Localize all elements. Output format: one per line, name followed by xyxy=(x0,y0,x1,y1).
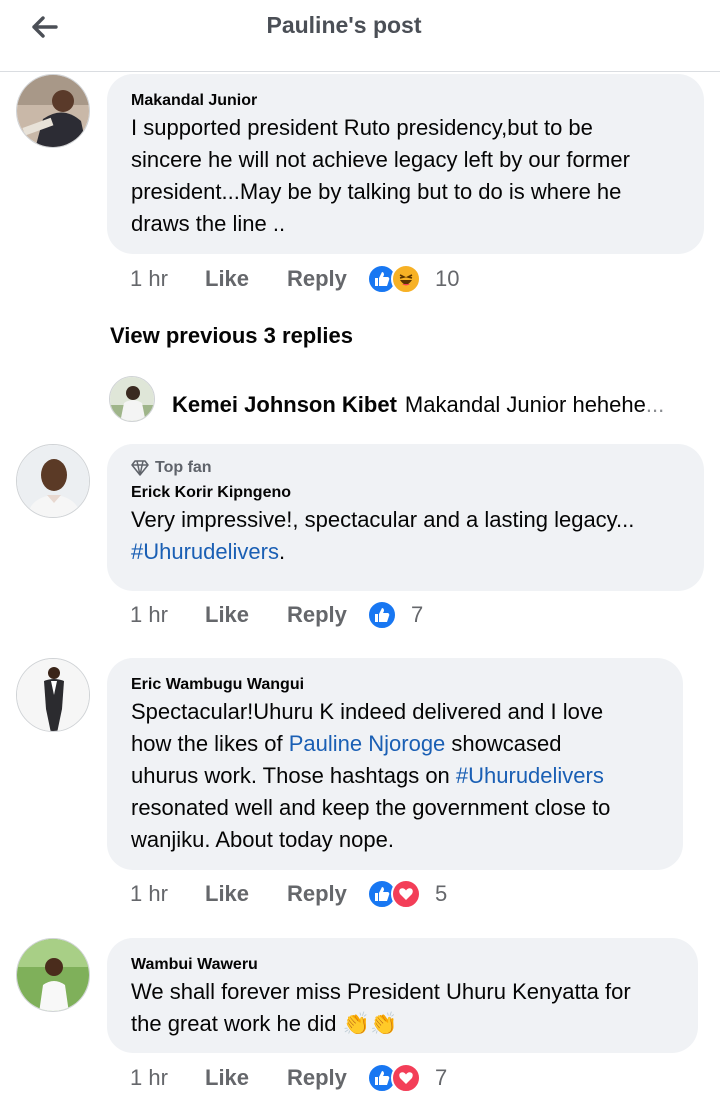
diamond-icon xyxy=(131,460,149,476)
love-reaction-icon xyxy=(391,879,421,909)
reaction-count: 5 xyxy=(435,881,448,906)
clapping-hands-emoji: 👏👏 xyxy=(342,1011,398,1036)
avatar[interactable] xyxy=(16,658,90,732)
like-button[interactable]: Like xyxy=(205,266,287,292)
reaction-count: 7 xyxy=(435,1065,448,1090)
reply-button[interactable]: Reply xyxy=(287,1065,367,1091)
comment-bubble: Wambui Waweru We shall forever miss Pres… xyxy=(107,938,698,1053)
reactions-summary[interactable] xyxy=(367,879,421,909)
comment-actions: 1 hr Like Reply 5 xyxy=(130,879,447,909)
avatar[interactable] xyxy=(16,444,90,518)
like-reaction-icon xyxy=(367,600,397,630)
comment-author[interactable]: Eric Wambugu Wangui xyxy=(131,674,661,696)
comment-text: Very impressive!, spectacular and a last… xyxy=(131,507,635,564)
comment-time: 1 hr xyxy=(130,602,168,627)
love-reaction-icon xyxy=(391,1063,421,1093)
comment-bubble: Makandal Junior I supported president Ru… xyxy=(107,74,704,254)
avatar[interactable] xyxy=(16,74,90,148)
mention-link[interactable]: Pauline Njoroge xyxy=(289,731,446,756)
comment-actions: 1 hr Like Reply 7 xyxy=(130,1063,447,1093)
reaction-count: 7 xyxy=(411,602,424,627)
top-fan-badge: Top fan xyxy=(131,458,682,478)
comment-actions: 1 hr Like Reply 7 xyxy=(130,600,423,630)
comment-time: 1 hr xyxy=(130,1065,168,1090)
comment-text: Spectacular!Uhuru K indeed delivered and… xyxy=(131,699,611,852)
page-title: Pauline's post xyxy=(266,12,422,38)
comment-author[interactable]: Makandal Junior xyxy=(131,90,682,112)
hashtag-link[interactable]: #Uhurudelivers xyxy=(131,539,279,564)
reply-button[interactable]: Reply xyxy=(287,266,367,292)
view-previous-replies-link[interactable]: View previous 3 replies xyxy=(110,323,353,349)
top-bar: Pauline's post xyxy=(0,0,720,72)
reply-button[interactable]: Reply xyxy=(287,602,367,628)
reply-button[interactable]: Reply xyxy=(287,881,367,907)
like-button[interactable]: Like xyxy=(205,602,287,628)
comment-time: 1 hr xyxy=(130,266,168,291)
hashtag-link[interactable]: #Uhurudelivers xyxy=(456,763,604,788)
avatar[interactable] xyxy=(109,376,155,422)
like-button[interactable]: Like xyxy=(205,1065,287,1091)
reply-author[interactable]: Kemei Johnson Kibet xyxy=(172,392,397,417)
comment-text: We shall forever miss President Uhuru Ke… xyxy=(131,979,631,1036)
avatar[interactable] xyxy=(16,938,90,1012)
comment-author[interactable]: Erick Korir Kipngeno xyxy=(131,482,682,504)
comment-text: I supported president Ruto presidency,bu… xyxy=(131,115,630,236)
reactions-summary[interactable] xyxy=(367,1063,421,1093)
like-button[interactable]: Like xyxy=(205,881,287,907)
comment-actions: 1 hr Like Reply 10 xyxy=(130,264,459,294)
collapsed-reply[interactable]: Kemei Johnson Kibet Makandal Junior heheh… xyxy=(172,392,664,418)
reactions-summary[interactable] xyxy=(367,600,397,630)
comment-bubble: Top fan Erick Korir Kipngeno Very impres… xyxy=(107,444,704,591)
reply-preview: Makandal Junior hehehe xyxy=(404,392,646,417)
reply-ellipsis: ... xyxy=(645,392,665,417)
reactions-summary[interactable] xyxy=(367,264,421,294)
comment-bubble: Eric Wambugu Wangui Spectacular!Uhuru K … xyxy=(107,658,683,870)
comment-author[interactable]: Wambui Waweru xyxy=(131,954,676,976)
comment-time: 1 hr xyxy=(130,881,168,906)
haha-reaction-icon xyxy=(391,264,421,294)
reaction-count: 10 xyxy=(435,266,460,291)
